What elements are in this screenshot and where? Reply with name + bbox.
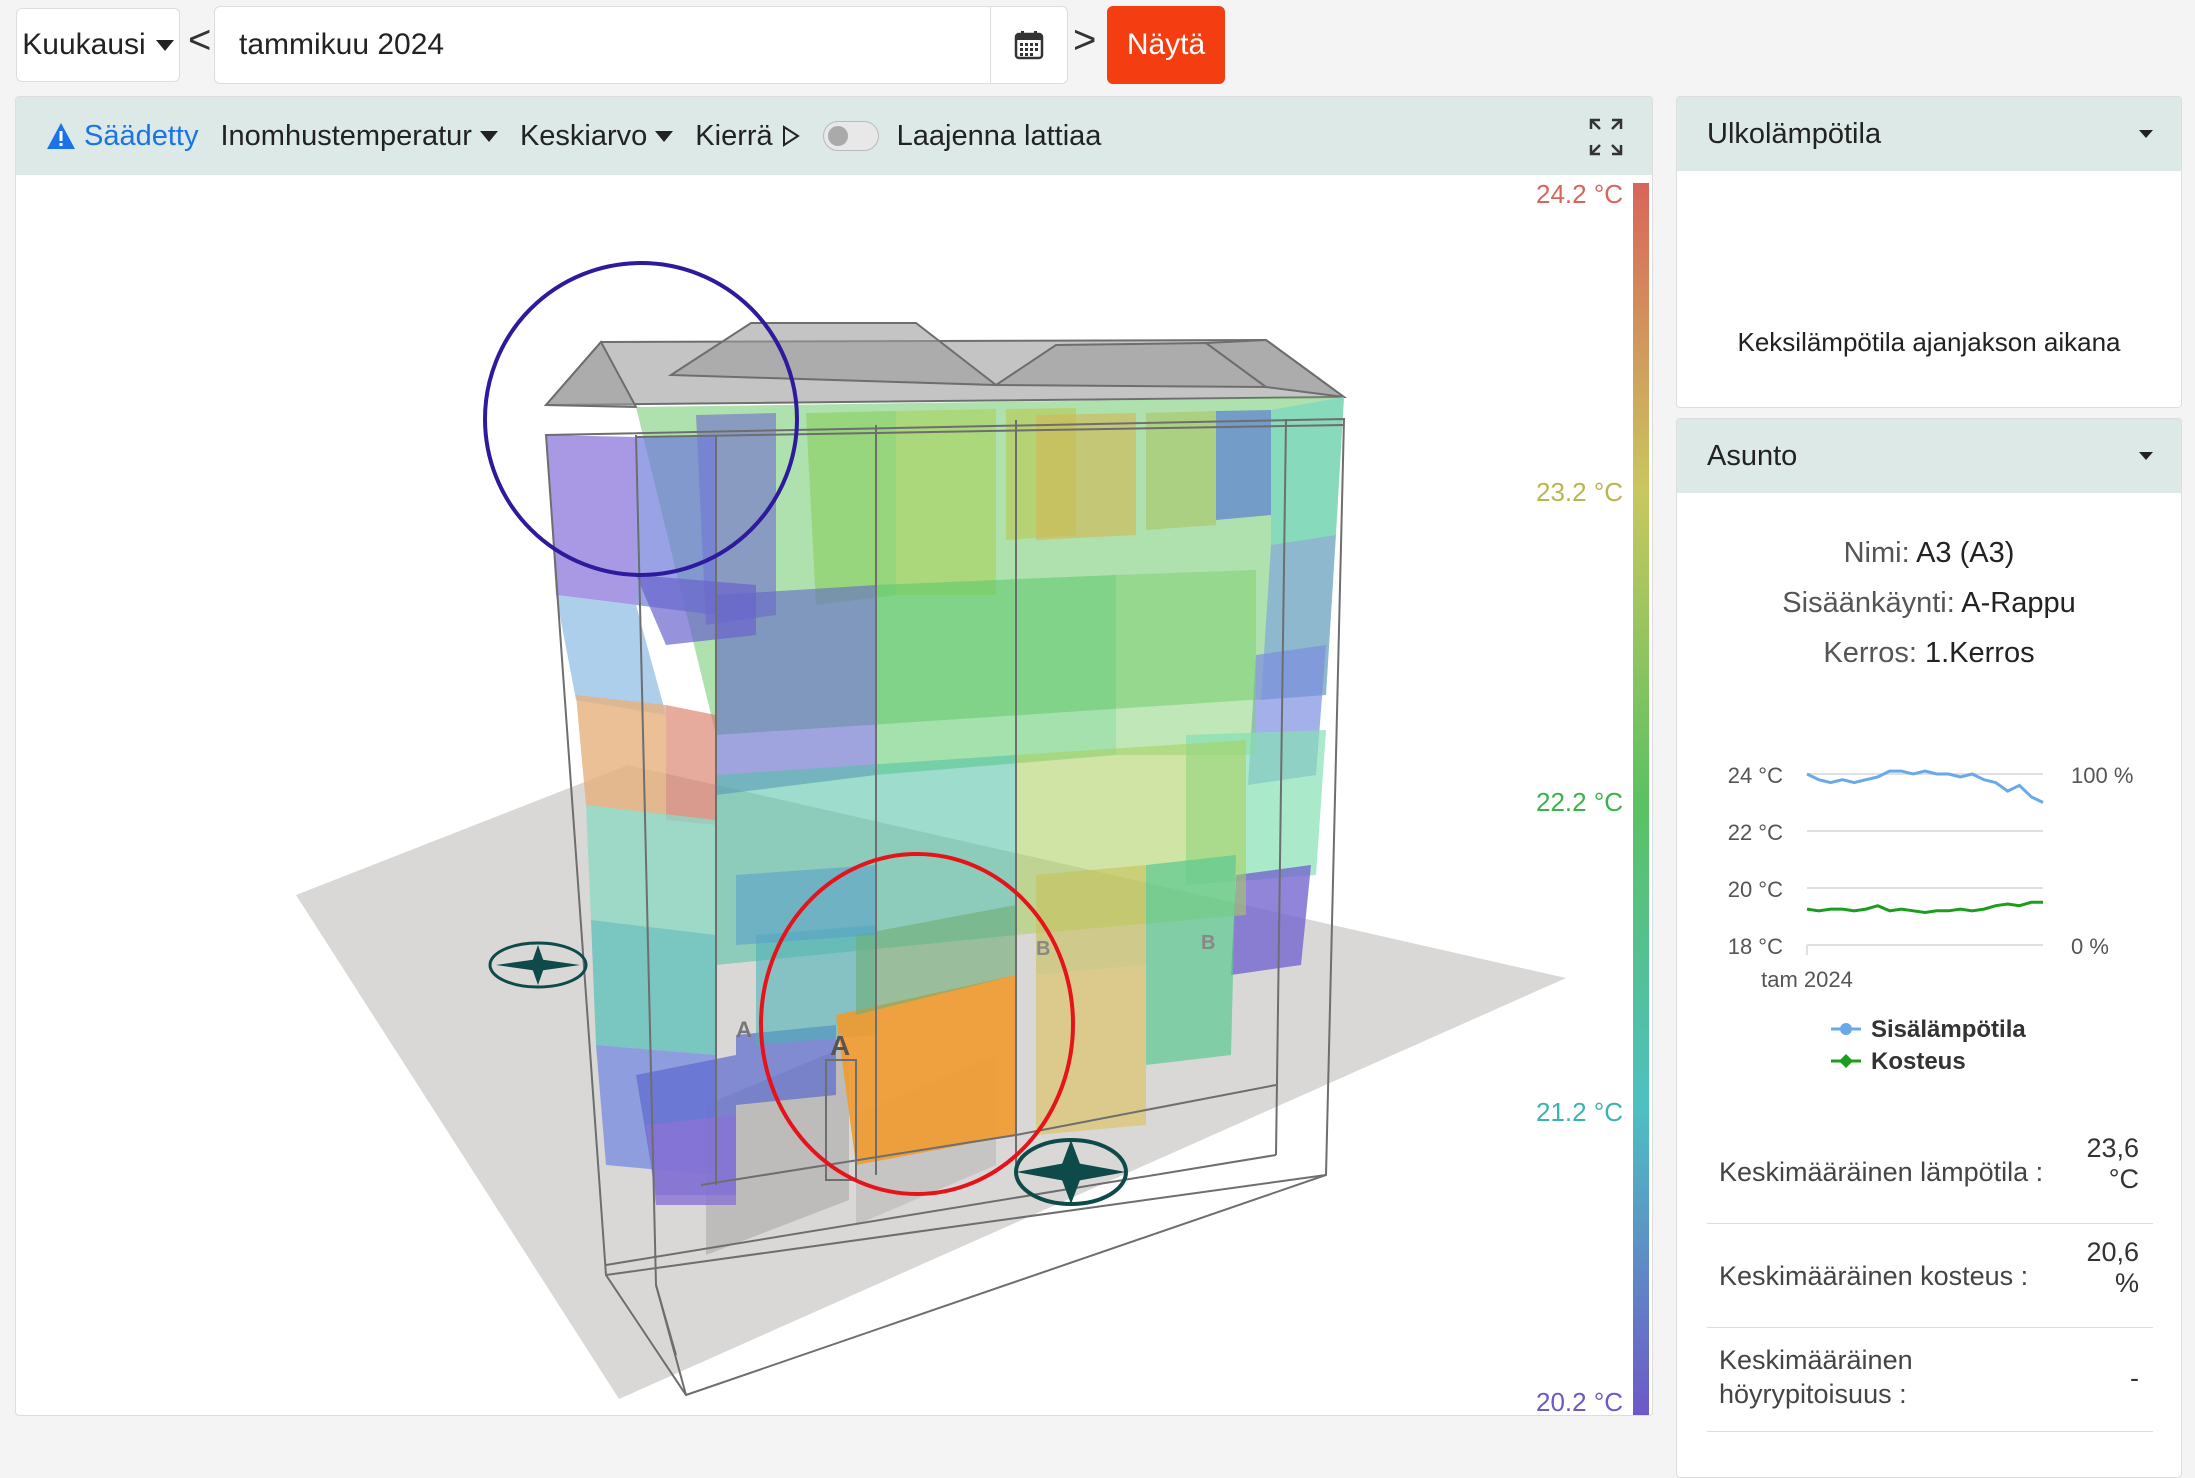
apartment-name-value: A3 (A3) <box>1916 537 2015 569</box>
color-scale-bar <box>1633 183 1649 1415</box>
entrance-label-b-back: B <box>1201 932 1215 954</box>
stat-value-unit: % <box>2114 1268 2139 1298</box>
caret-down-icon <box>155 39 174 51</box>
stat-value-number: 23,6 <box>2086 1133 2139 1163</box>
roof <box>543 322 1348 409</box>
stat-value-unit: °C <box>2108 1164 2139 1194</box>
fullscreen-icon[interactable] <box>1588 117 1624 157</box>
date-field[interactable]: tammikuu 2024 <box>214 6 1068 84</box>
warning-icon <box>47 123 75 149</box>
legend-marker-temperature <box>1840 1023 1852 1035</box>
stat-value: 23,6 °C <box>2086 1133 2139 1195</box>
scale-label-lower: 21.2 °C <box>1536 1097 1624 1127</box>
outdoor-card-title: Ulkolämpötila <box>1707 117 1882 150</box>
toggle-knob <box>827 126 848 146</box>
y-left-tick: 24 °C <box>1728 763 1783 788</box>
adjusted-status[interactable]: Säädetty <box>46 120 198 153</box>
stat-label: Keskimääräinen lämpötila : <box>1719 1157 2044 1187</box>
caret-down-icon <box>655 130 674 142</box>
compass-icon <box>488 941 588 989</box>
period-select[interactable]: Kuukausi <box>16 8 180 82</box>
caret-down-icon <box>479 130 498 142</box>
scale-label-upper: 23.2 °C <box>1536 477 1624 507</box>
show-button[interactable]: Näytä <box>1107 6 1225 84</box>
apartment-card: Asunto Nimi: A3 (A3) Sisäänkäynti: A-Rap… <box>1676 418 2182 1478</box>
next-period-button[interactable]: > <box>1073 20 1096 60</box>
apartment-entrance-label: Sisäänkäynti: <box>1782 587 1955 619</box>
apartment-climate-chart: 24 °C 22 °C 20 °C 18 °C 100 % 0 % tam 20… <box>1728 763 2134 1043</box>
y-right-tick: 0 % <box>2071 934 2109 959</box>
legend-marker-humidity <box>1839 1054 1853 1068</box>
stat-value: 20,6 % <box>2086 1237 2139 1299</box>
prev-period-button[interactable]: < <box>188 20 211 60</box>
legend-label-humidity: Kosteus <box>1871 1049 1966 1075</box>
play-icon <box>782 125 800 147</box>
apartment-card-header[interactable]: Asunto <box>1677 419 2181 493</box>
scale-label-max: 24.2 °C <box>1536 179 1624 209</box>
stat-value: - <box>2130 1363 2139 1393</box>
chart-gridlines <box>1806 773 2043 955</box>
apartment-entrance-line: Sisäänkäynti: A-Rappu <box>1677 587 2181 620</box>
date-value: tammikuu 2024 <box>239 28 445 61</box>
stat-label: Keskimääräinen höyrypitoisuus : <box>1719 1343 1913 1411</box>
apartment-floor-value: 1.Kerros <box>1924 637 2035 669</box>
apartment-floor-line: Kerros: 1.Kerros <box>1677 637 2181 670</box>
rotate-button[interactable]: Kierrä <box>695 120 800 153</box>
series-line-temperature <box>1806 769 2044 804</box>
scale-label-min: 20.2 °C <box>1536 1387 1624 1416</box>
building-3d-view[interactable]: A A B B <box>16 175 1652 1415</box>
metric-dropdown-label: Inomhustemperatur <box>220 119 472 152</box>
aggregate-dropdown-label: Keskiarvo <box>519 119 648 152</box>
apartment-name-label: Nimi: <box>1843 537 1910 569</box>
chevron-down-icon <box>2139 452 2153 460</box>
rotate-button-label: Kierrä <box>695 119 773 152</box>
y-left-tick: 18 °C <box>1728 934 1783 959</box>
apartment-name-line: Nimi: A3 (A3) <box>1677 537 2181 570</box>
stat-label: Keskimääräinen kosteus : <box>1719 1261 2029 1291</box>
entrance-label-b-front: B <box>1036 938 1050 960</box>
apartment-entrance-value: A-Rappu <box>1961 587 2076 619</box>
y-right-tick: 100 % <box>2071 763 2133 788</box>
viewer-toolbar: Säädetty Inomhustemperatur Keskiarvo Kie… <box>16 97 1652 175</box>
entrance-label-a-back: A <box>736 1017 752 1042</box>
chart-legend: Sisälämpötila <box>1831 1016 2026 1043</box>
compass-icon <box>1014 1138 1128 1206</box>
y-left-tick: 20 °C <box>1728 877 1783 902</box>
period-select-label: Kuukausi <box>22 28 146 61</box>
stat-row-avg-humidity: Keskimääräinen kosteus : 20,6 % <box>1707 1223 2153 1328</box>
building-viewer-panel: Säädetty Inomhustemperatur Keskiarvo Kie… <box>15 96 1653 1416</box>
chart-legend-humidity: Kosteus <box>1831 1049 1966 1075</box>
adjusted-status-label: Säädetty <box>84 119 199 152</box>
y-left-tick: 22 °C <box>1728 820 1783 845</box>
outdoor-temperature-card: Ulkolämpötila Keksilämpötila ajanjakson … <box>1676 96 2182 408</box>
scale-label-mid: 22.2 °C <box>1536 787 1624 817</box>
aggregate-dropdown[interactable]: Keskiarvo <box>519 119 674 153</box>
stat-label-line2: höyrypitoisuus : <box>1719 1379 1907 1409</box>
x-tick: tam 2024 <box>1761 967 1853 992</box>
entrance-label-a-front: A <box>830 1030 850 1061</box>
apartment-card-title: Asunto <box>1707 439 1798 472</box>
expand-floor-toggle[interactable] <box>822 121 879 151</box>
apartment-floor-label: Kerros: <box>1823 637 1917 669</box>
stat-label-line1: Keskimääräinen <box>1719 1345 1913 1375</box>
outdoor-card-message: Keksilämpötila ajanjakson aikana <box>1737 327 2121 357</box>
chevron-down-icon <box>2139 130 2153 138</box>
series-line-humidity <box>1806 900 2043 915</box>
outdoor-card-header[interactable]: Ulkolämpötila <box>1677 97 2181 171</box>
stat-value-number: 20,6 <box>2086 1237 2139 1267</box>
metric-dropdown[interactable]: Inomhustemperatur <box>220 119 498 153</box>
legend-label-temperature: Sisälämpötila <box>1871 1016 2026 1043</box>
stat-row-avg-vapor: Keskimääräinen höyrypitoisuus : - <box>1707 1327 2153 1432</box>
calendar-icon <box>1014 31 1044 60</box>
stat-row-avg-temperature: Keskimääräinen lämpötila : 23,6 °C <box>1707 1119 2153 1224</box>
calendar-button[interactable] <box>990 7 1067 83</box>
expand-floor-label: Laajenna lattiaa <box>896 119 1102 152</box>
